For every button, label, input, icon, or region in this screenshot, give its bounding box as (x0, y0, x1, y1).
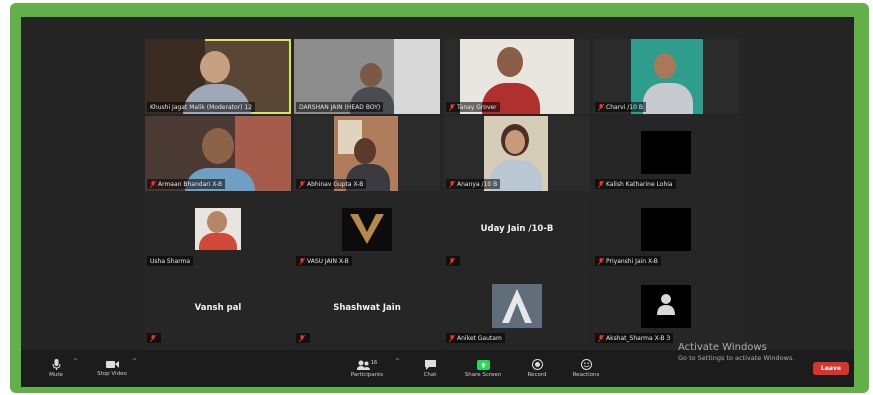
participant-tile[interactable]: Charvi /10 B (593, 39, 739, 114)
participant-name-label: DARSHAN JAIN (HEAD BOY) (296, 102, 384, 112)
participant-name-label: Khushi Jagat Malik (Moderator) 12 (147, 102, 256, 112)
participant-tile[interactable]: Shashwat Jain (294, 270, 440, 345)
chat-icon (424, 359, 436, 370)
microphone-icon (52, 359, 60, 370)
participant-video (497, 47, 523, 77)
participant-video (654, 53, 676, 79)
muted-mic-icon (598, 180, 604, 188)
reactions-button[interactable]: Reactions (566, 350, 606, 387)
participant-name-label (446, 256, 460, 266)
participant-video (360, 63, 382, 87)
muted-mic-icon (150, 180, 156, 188)
muted-mic-icon (449, 334, 455, 342)
muted-mic-icon (598, 257, 604, 265)
mute-button[interactable]: Mute (38, 350, 74, 387)
participant-name-label: Aniket Gautam (446, 333, 505, 343)
participant-display-name: Shashwat Jain (333, 302, 401, 313)
record-icon (531, 359, 543, 370)
participant-tile[interactable]: Aniket Gautam (444, 270, 590, 345)
mute-label: Mute (49, 372, 63, 378)
participant-video (199, 233, 237, 250)
participant-tile[interactable]: DARSHAN JAIN (HEAD BOY) (294, 39, 440, 114)
participant-video (207, 211, 227, 233)
video-off-placeholder (641, 131, 691, 174)
stop-video-button[interactable]: Stop Video (90, 350, 134, 387)
participant-name-label: Armaan Bhandari X-B (147, 179, 226, 189)
participant-name-label: Tanay Grover (446, 102, 500, 112)
muted-mic-icon (449, 180, 455, 188)
participant-video (643, 83, 693, 114)
participants-icon (356, 360, 370, 370)
a-logo-avatar (502, 289, 532, 323)
participant-name-label (147, 333, 161, 343)
share-screen-button[interactable]: Share Screen (460, 350, 506, 387)
video-camera-icon (105, 361, 119, 368)
video-off-placeholder (641, 208, 691, 251)
muted-mic-icon (598, 103, 604, 111)
participant-tile[interactable]: Priyanshi Jain X-B (593, 193, 739, 268)
participant-name-label (296, 333, 310, 343)
participant-tile[interactable]: Armaan Bhandari X-B (145, 116, 291, 191)
participant-tile[interactable]: Vansh pal (145, 270, 291, 345)
participants-count: 16 (370, 359, 378, 366)
muted-mic-icon (299, 334, 305, 342)
participant-display-name: Vansh pal (194, 302, 242, 313)
participant-video (505, 130, 525, 154)
chevron-up-icon[interactable]: ^ (395, 358, 400, 365)
stop-video-label: Stop Video (97, 371, 127, 377)
user-avatar-icon (657, 294, 675, 315)
participant-display-name: Uday Jain /10-B (480, 224, 554, 234)
participant-name-label: Akshat_Sharma X-B 3 (595, 333, 674, 343)
participant-name-label: VASU JAIN X-B (296, 256, 352, 266)
muted-mic-icon (299, 180, 305, 188)
participant-tile[interactable]: Khushi Jagat Malik (Moderator) 12 (145, 39, 291, 114)
muted-mic-icon (299, 257, 305, 265)
leave-button[interactable]: Leave (813, 362, 849, 375)
participant-name-label: Usha Sharma (147, 256, 194, 266)
participant-tile[interactable]: Uday Jain /10-B (444, 193, 590, 268)
participant-video (202, 128, 234, 164)
record-label: Record (527, 372, 547, 378)
participant-tile[interactable]: VASU JAIN X-B (294, 193, 440, 268)
participant-name-label: Priyanshi Jain X-B (595, 256, 661, 266)
muted-mic-icon (449, 257, 455, 265)
watermark-subtitle: Go to Settings to activate Windows. (678, 354, 795, 362)
chevron-up-icon[interactable]: ^ (132, 358, 137, 365)
participants-icon-group: 16 (356, 359, 378, 370)
participant-tile[interactable]: Usha Sharma (145, 193, 291, 268)
chevron-up-icon[interactable]: ^ (73, 358, 78, 365)
participants-button[interactable]: 16 Participants (344, 350, 390, 387)
participant-name-label: Ananya /10 B (446, 179, 501, 189)
participant-name-label: Charvi /10 B (595, 102, 646, 112)
participant-video (354, 138, 376, 164)
participant-video (200, 51, 230, 83)
muted-mic-icon (598, 334, 604, 342)
v-logo-avatar (350, 214, 384, 244)
record-button[interactable]: Record (520, 350, 554, 387)
reactions-label: Reactions (572, 372, 600, 378)
activate-windows-watermark: Activate Windows Go to Settings to activ… (678, 342, 794, 362)
participant-tile[interactable]: Kalish Katharine Lohia (593, 116, 739, 191)
emoji-icon (580, 359, 592, 370)
participant-tile[interactable]: Akshat_Sharma X-B 3 (593, 270, 739, 345)
muted-mic-icon (150, 334, 156, 342)
participant-name-label: Kalish Katharine Lohia (595, 179, 676, 189)
participant-tile[interactable]: Tanay Grover (444, 39, 590, 114)
share-screen-label: Share Screen (464, 371, 502, 378)
chat-label: Chat (423, 371, 437, 378)
muted-mic-icon (449, 103, 455, 111)
participant-tile[interactable]: Abhinav Gupta X-B (294, 116, 440, 191)
participant-tile[interactable]: Ananya /10 B (444, 116, 590, 191)
chat-button[interactable]: Chat (418, 350, 442, 387)
watermark-title: Activate Windows (678, 342, 767, 353)
participants-label: Participants (350, 371, 384, 378)
share-screen-icon (476, 359, 490, 370)
participant-name-label: Abhinav Gupta X-B (296, 179, 367, 189)
